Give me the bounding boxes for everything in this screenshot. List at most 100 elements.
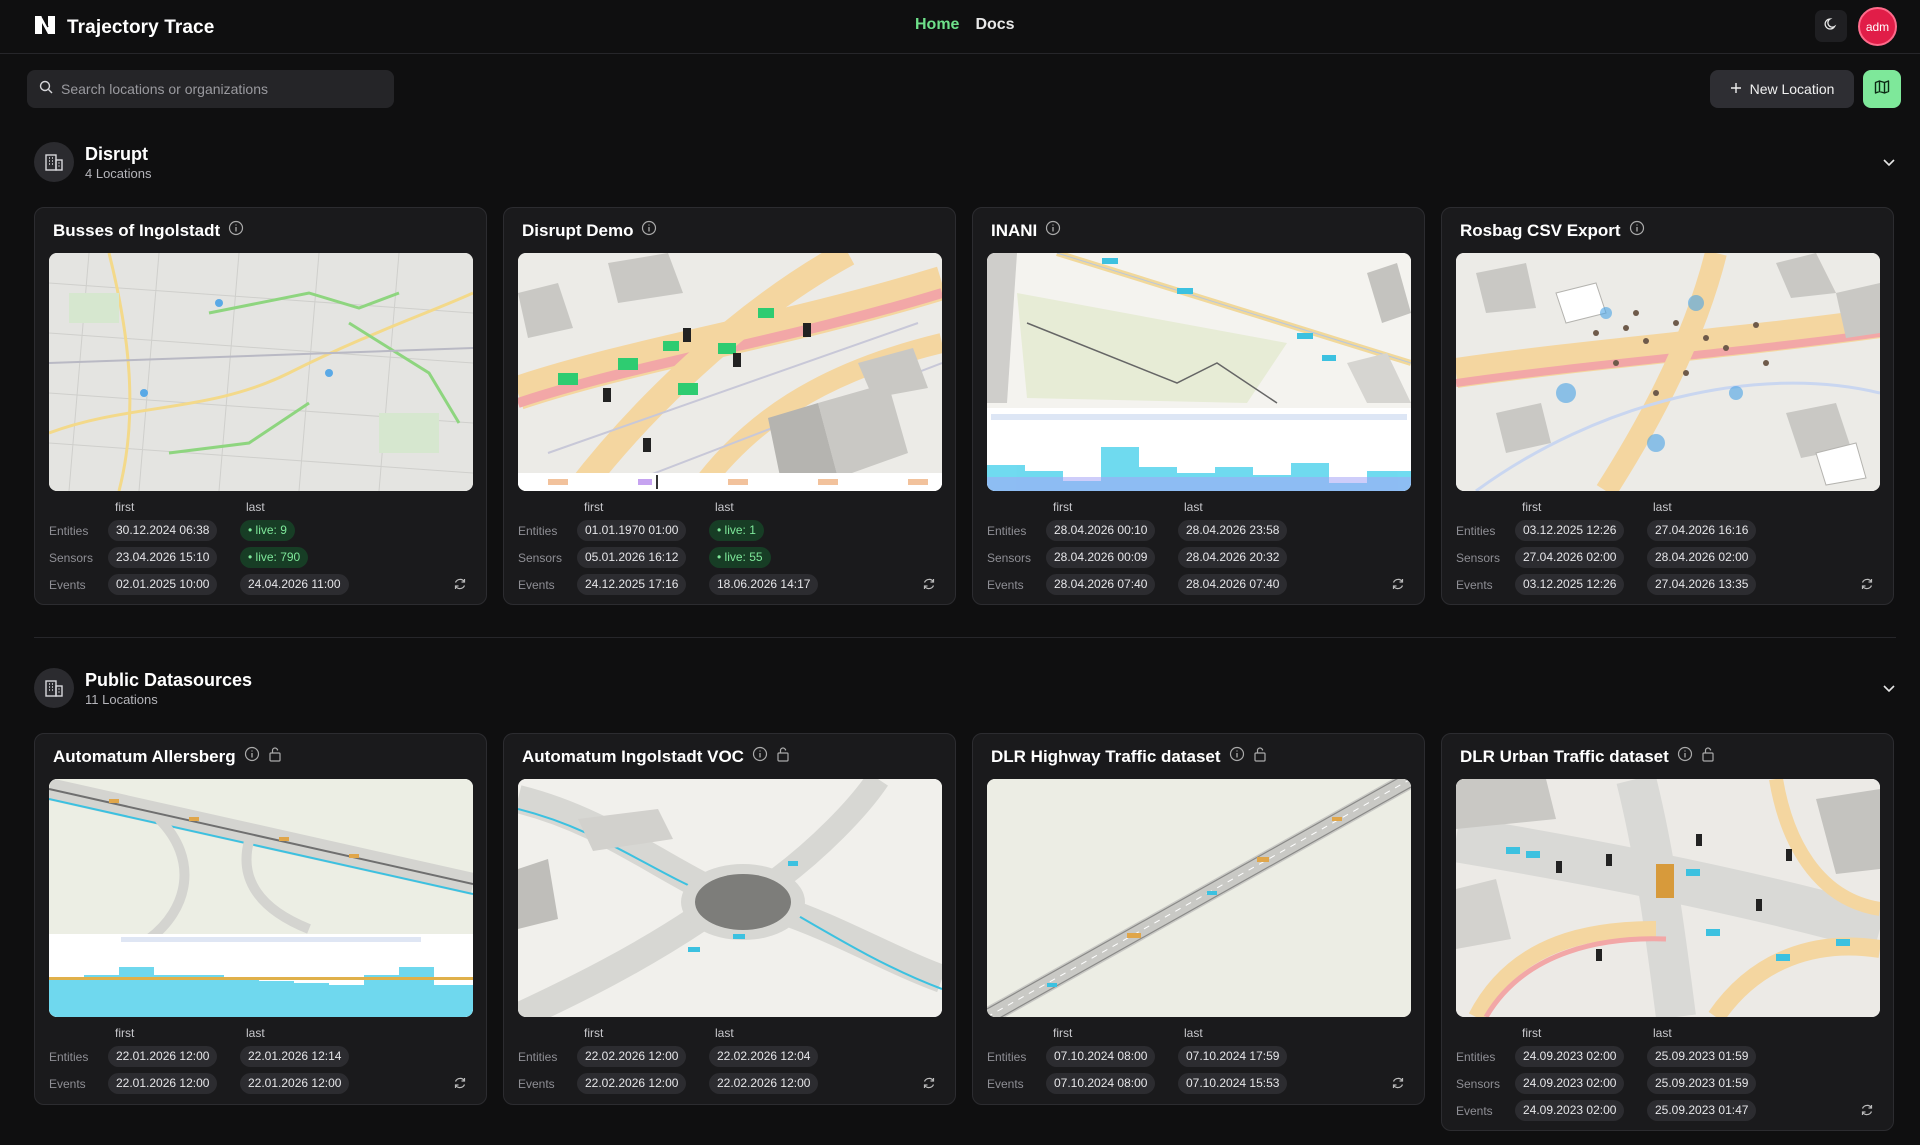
first-header: first bbox=[115, 500, 135, 514]
row-label: Events bbox=[987, 1077, 1024, 1091]
refresh-icon[interactable] bbox=[1860, 577, 1874, 594]
refresh-icon[interactable] bbox=[1391, 1076, 1405, 1093]
main-nav: Home Docs bbox=[915, 16, 1015, 34]
location-preview-map[interactable] bbox=[518, 779, 942, 1017]
events-row: Events 24.12.2025 17:16 18.06.2026 14:17 bbox=[518, 574, 942, 596]
row-label: Sensors bbox=[49, 551, 94, 565]
map-icon bbox=[1874, 79, 1890, 100]
lock-icon bbox=[776, 746, 790, 767]
date-first: 22.02.2026 12:00 bbox=[577, 1046, 687, 1067]
group-header-disrupt[interactable]: Disrupt 4 Locations bbox=[34, 142, 1896, 186]
refresh-icon[interactable] bbox=[1391, 577, 1405, 594]
plus-icon bbox=[1730, 81, 1742, 97]
date-first: 07.10.2024 08:00 bbox=[1046, 1073, 1156, 1094]
last-header: last bbox=[715, 1026, 734, 1040]
last-header: last bbox=[246, 1026, 265, 1040]
date-first: 27.04.2026 02:00 bbox=[1515, 547, 1625, 568]
row-label: Events bbox=[49, 578, 86, 592]
lock-icon bbox=[268, 746, 282, 767]
info-icon[interactable] bbox=[228, 220, 244, 241]
events-row: Events 07.10.2024 08:00 07.10.2024 15:53 bbox=[987, 1073, 1411, 1095]
date-last: 22.01.2026 12:14 bbox=[240, 1046, 350, 1067]
entities-row: Entities 07.10.2024 08:00 07.10.2024 17:… bbox=[987, 1046, 1411, 1068]
nav-home[interactable]: Home bbox=[915, 16, 959, 34]
date-last: 18.06.2026 14:17 bbox=[709, 574, 819, 595]
search-icon bbox=[39, 80, 53, 99]
date-first: 01.01.1970 01:00 bbox=[577, 520, 687, 541]
date-first: 07.10.2024 08:00 bbox=[1046, 1046, 1156, 1067]
location-preview-map[interactable] bbox=[49, 253, 473, 491]
location-preview-map[interactable] bbox=[1456, 779, 1880, 1017]
refresh-icon[interactable] bbox=[1860, 1103, 1874, 1120]
location-preview-map[interactable] bbox=[518, 253, 942, 491]
entities-row: Entities 03.12.2025 12:26 27.04.2026 16:… bbox=[1456, 520, 1880, 542]
info-icon[interactable] bbox=[244, 746, 260, 767]
location-card-busses-of-ingolstadt[interactable]: Busses of Ingolstadt first last Entities… bbox=[34, 207, 487, 605]
location-card-automatum-ingolstadt-voc[interactable]: Automatum Ingolstadt VOC first last Enti… bbox=[503, 733, 956, 1105]
new-location-label: New Location bbox=[1749, 81, 1835, 97]
moon-icon bbox=[1824, 17, 1838, 36]
refresh-icon[interactable] bbox=[922, 577, 936, 594]
theme-toggle-button[interactable] bbox=[1815, 10, 1847, 42]
date-last: 22.02.2026 12:00 bbox=[709, 1073, 819, 1094]
date-first: 22.01.2026 12:00 bbox=[108, 1046, 218, 1067]
new-location-button[interactable]: New Location bbox=[1710, 70, 1854, 108]
date-last: 22.02.2026 12:04 bbox=[709, 1046, 819, 1067]
date-first: 24.09.2023 02:00 bbox=[1515, 1073, 1625, 1094]
location-preview-map[interactable] bbox=[1456, 253, 1880, 491]
chevron-down-icon[interactable] bbox=[1882, 680, 1896, 698]
first-header: first bbox=[1053, 500, 1073, 514]
location-preview-map[interactable] bbox=[987, 253, 1411, 491]
info-icon[interactable] bbox=[1045, 220, 1061, 241]
map-view-button[interactable] bbox=[1863, 70, 1901, 108]
info-icon[interactable] bbox=[1229, 746, 1245, 767]
lock-icon bbox=[1701, 746, 1715, 767]
row-label: Sensors bbox=[518, 551, 563, 565]
date-last: 25.09.2023 01:47 bbox=[1647, 1100, 1757, 1121]
group-header-public-datasources[interactable]: Public Datasources 11 Locations bbox=[34, 668, 1896, 712]
live-badge: • live: 790 bbox=[240, 547, 309, 568]
refresh-icon[interactable] bbox=[453, 577, 467, 594]
location-card-inani[interactable]: INANI first last Entities 28.04.2026 00:… bbox=[972, 207, 1425, 605]
info-icon[interactable] bbox=[1677, 746, 1693, 767]
avatar[interactable]: adm bbox=[1858, 7, 1897, 46]
search-input[interactable] bbox=[61, 81, 381, 97]
row-label: Entities bbox=[518, 524, 558, 538]
first-header: first bbox=[584, 500, 604, 514]
sensors-row: Sensors 24.09.2023 02:00 25.09.2023 01:5… bbox=[1456, 1073, 1880, 1095]
last-header: last bbox=[246, 500, 265, 514]
lock-icon bbox=[1253, 746, 1267, 767]
card-title: DLR Urban Traffic dataset bbox=[1460, 746, 1669, 766]
location-card-automatum-allersberg[interactable]: Automatum Allersberg first last Entities… bbox=[34, 733, 487, 1105]
search-bar[interactable] bbox=[27, 70, 394, 108]
entities-row: Entities 24.09.2023 02:00 25.09.2023 01:… bbox=[1456, 1046, 1880, 1068]
date-first: 02.01.2025 10:00 bbox=[108, 574, 218, 595]
date-first: 23.04.2026 15:10 bbox=[108, 547, 218, 568]
entities-row: Entities 22.01.2026 12:00 22.01.2026 12:… bbox=[49, 1046, 473, 1068]
date-first: 05.01.2026 16:12 bbox=[577, 547, 687, 568]
location-preview-map[interactable] bbox=[987, 779, 1411, 1017]
refresh-icon[interactable] bbox=[453, 1076, 467, 1093]
location-preview-map[interactable] bbox=[49, 779, 473, 1017]
group-title: Public Datasources bbox=[85, 670, 253, 690]
info-icon[interactable] bbox=[1629, 220, 1645, 241]
info-icon[interactable] bbox=[752, 746, 768, 767]
location-card-dlr-urban-traffic-dataset[interactable]: DLR Urban Traffic dataset first last Ent… bbox=[1441, 733, 1894, 1131]
row-label: Events bbox=[1456, 1104, 1493, 1118]
location-card-disrupt-demo[interactable]: Disrupt Demo first last Entities 01.01.1… bbox=[503, 207, 956, 605]
refresh-icon[interactable] bbox=[922, 1076, 936, 1093]
nav-docs[interactable]: Docs bbox=[975, 16, 1014, 34]
row-label: Events bbox=[49, 1077, 86, 1091]
live-badge: • live: 1 bbox=[709, 520, 764, 541]
sensors-row: Sensors 05.01.2026 16:12 • live: 55 bbox=[518, 547, 942, 569]
location-card-rosbag-csv-export[interactable]: Rosbag CSV Export first last Entities 03… bbox=[1441, 207, 1894, 605]
info-icon[interactable] bbox=[641, 220, 657, 241]
row-label: Events bbox=[1456, 578, 1493, 592]
date-first: 28.04.2026 07:40 bbox=[1046, 574, 1156, 595]
brand[interactable]: Trajectory Trace bbox=[33, 14, 214, 41]
group-divider bbox=[34, 637, 1896, 638]
date-first: 03.12.2025 12:26 bbox=[1515, 520, 1625, 541]
chevron-down-icon[interactable] bbox=[1882, 154, 1896, 172]
logo-icon bbox=[33, 14, 57, 41]
location-card-dlr-highway-traffic-dataset[interactable]: DLR Highway Traffic dataset first last E… bbox=[972, 733, 1425, 1105]
